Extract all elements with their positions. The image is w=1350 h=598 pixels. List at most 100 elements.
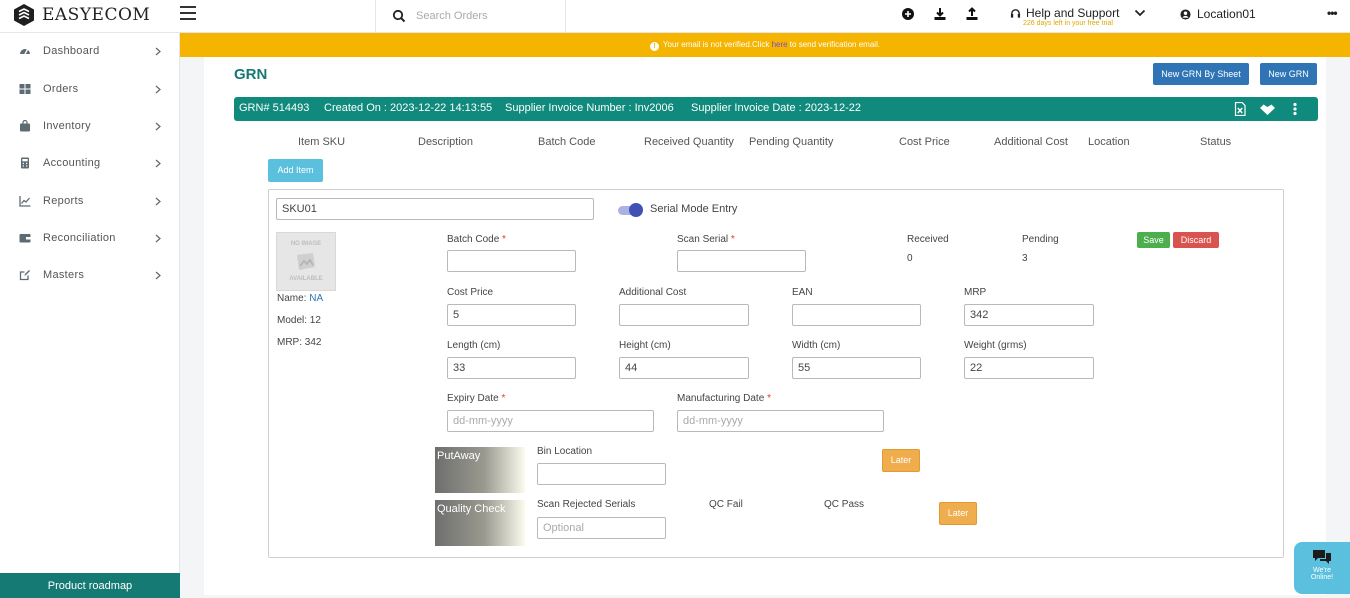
chevron-right-icon	[155, 47, 161, 55]
sidebar-item-dashboard[interactable]: Dashboard	[0, 36, 180, 66]
item-entry-card	[268, 189, 1284, 558]
qc-pass-label: QC Pass	[824, 499, 865, 510]
sidebar-item-label: Reconciliation	[43, 232, 116, 244]
putaway-later-button[interactable]: Later	[882, 449, 920, 472]
plus-circle-icon[interactable]	[901, 7, 915, 21]
expiry-date-input[interactable]	[447, 410, 654, 432]
sku-input[interactable]	[276, 198, 594, 220]
sidebar-item-reconciliation[interactable]: Reconciliation	[0, 223, 180, 253]
grn-supplier-invoice-date: Supplier Invoice Date : 2023-12-22	[691, 102, 861, 114]
email-verification-banner: ! Your email is not verified.Click here t…	[180, 33, 1350, 57]
batch-code-input[interactable]	[447, 250, 576, 272]
chevron-right-icon	[155, 122, 161, 130]
mrp-label: MRP	[964, 287, 987, 298]
length-input[interactable]	[447, 357, 576, 379]
chevron-right-icon	[155, 197, 161, 205]
product-roadmap-button[interactable]: Product roadmap	[0, 573, 180, 598]
no-image-text: NO IMAGE	[290, 241, 322, 247]
upload-icon[interactable]	[965, 7, 979, 21]
width-label: Width (cm)	[792, 340, 841, 351]
sidebar-item-label: Orders	[43, 83, 79, 95]
column-header: Description	[418, 136, 474, 148]
brand-logo[interactable]: EASYECOM	[12, 3, 150, 27]
additional-cost-label: Additional Cost	[619, 287, 687, 298]
sidebar-item-label: Accounting	[43, 157, 101, 169]
info-icon: !	[649, 42, 659, 51]
item-name-label: Name:	[277, 293, 307, 304]
item-name-value[interactable]: NA	[309, 293, 323, 304]
location-selector[interactable]: Location01	[1180, 7, 1256, 21]
sidebar-item-label: Masters	[43, 269, 85, 281]
discard-button[interactable]: Discard	[1173, 232, 1219, 248]
additional-cost-input[interactable]	[619, 304, 749, 326]
edit-square-icon	[19, 270, 30, 281]
manufacturing-date-input[interactable]	[677, 410, 884, 432]
putaway-label: PutAway	[435, 447, 525, 493]
available-text: AVAILABLE	[289, 276, 323, 282]
headset-icon	[1010, 8, 1021, 18]
bin-location-input[interactable]	[537, 463, 666, 485]
ean-input[interactable]	[792, 304, 921, 326]
trial-days-text: 226 days left in your free trial	[1023, 20, 1113, 27]
more-options-icon[interactable]: •••	[1327, 6, 1338, 20]
search-orders	[375, 0, 566, 32]
quality-check-later-button[interactable]: Later	[939, 502, 977, 525]
scan-rejected-serials-label: Scan Rejected Serials	[537, 499, 636, 510]
sidebar-item-label: Dashboard	[43, 45, 100, 57]
qc-fail-label: QC Fail	[709, 499, 743, 510]
verification-link[interactable]: here	[772, 40, 788, 49]
chevron-right-icon	[155, 159, 161, 167]
save-button[interactable]: Save	[1137, 232, 1170, 248]
search-input[interactable]	[416, 7, 556, 25]
brand-name: EASYECOM	[42, 5, 151, 25]
received-value: 0	[907, 253, 913, 264]
banner-text-before: Your email is not verified.Click	[662, 40, 772, 49]
sidebar-item-accounting[interactable]: Accounting	[0, 148, 180, 178]
banner-text-after: to send verification email.	[787, 40, 881, 49]
product-image-placeholder: NO IMAGE AVAILABLE	[276, 232, 336, 291]
search-icon	[392, 9, 406, 23]
serial-mode-label: Serial Mode Entry	[650, 203, 738, 215]
sidebar-item-reports[interactable]: Reports	[0, 186, 180, 216]
received-label: Received	[907, 234, 949, 245]
new-grn-button[interactable]: New GRN	[1260, 63, 1317, 85]
serial-mode-toggle[interactable]	[618, 203, 644, 217]
height-input[interactable]	[619, 357, 749, 379]
sidebar-item-masters[interactable]: Masters	[0, 260, 180, 290]
column-header: Pending Quantity	[749, 136, 834, 148]
sidebar-item-orders[interactable]: Orders	[0, 74, 180, 104]
chevron-down-icon[interactable]	[1134, 9, 1146, 17]
cost-price-input[interactable]	[447, 304, 576, 326]
handshake-icon[interactable]	[1259, 102, 1276, 116]
download-icon[interactable]	[933, 7, 947, 21]
cost-price-label: Cost Price	[447, 287, 494, 298]
scan-serial-input[interactable]	[677, 250, 806, 272]
batch-code-label: Batch Code *	[447, 234, 506, 245]
item-mrp-info: MRP: 342	[277, 337, 322, 348]
calculator-icon	[21, 157, 29, 169]
chat-status-line2: Online!	[1310, 574, 1334, 581]
height-label: Height (cm)	[619, 340, 671, 351]
mrp-input[interactable]	[964, 304, 1094, 326]
ean-label: EAN	[792, 287, 813, 298]
chat-widget[interactable]: We're Online!	[1294, 542, 1350, 594]
column-header: Received Quantity	[644, 136, 734, 148]
sidebar-item-label: Reports	[43, 195, 84, 207]
item-name-info: Name: NA	[277, 293, 323, 304]
user-circle-icon	[1180, 8, 1191, 20]
new-grn-by-sheet-button[interactable]: New GRN By Sheet	[1153, 63, 1249, 85]
scan-rejected-serials-input[interactable]	[537, 517, 666, 539]
expiry-date-label: Expiry Date *	[447, 393, 506, 404]
bag-icon	[20, 120, 30, 132]
weight-input[interactable]	[964, 357, 1094, 379]
more-vertical-icon[interactable]	[1288, 102, 1302, 116]
width-input[interactable]	[792, 357, 921, 379]
menu-toggle-icon[interactable]	[180, 6, 196, 20]
sidebar-item-inventory[interactable]: Inventory	[0, 111, 180, 141]
chevron-right-icon	[155, 234, 161, 242]
excel-export-icon[interactable]	[1233, 102, 1247, 116]
item-model-info: Model: 12	[277, 315, 321, 326]
add-item-button[interactable]: Add Item	[268, 159, 323, 182]
help-and-support[interactable]: Help and Support 226 days left in your f…	[1010, 6, 1119, 27]
column-header: Additional Cost	[994, 136, 1068, 148]
